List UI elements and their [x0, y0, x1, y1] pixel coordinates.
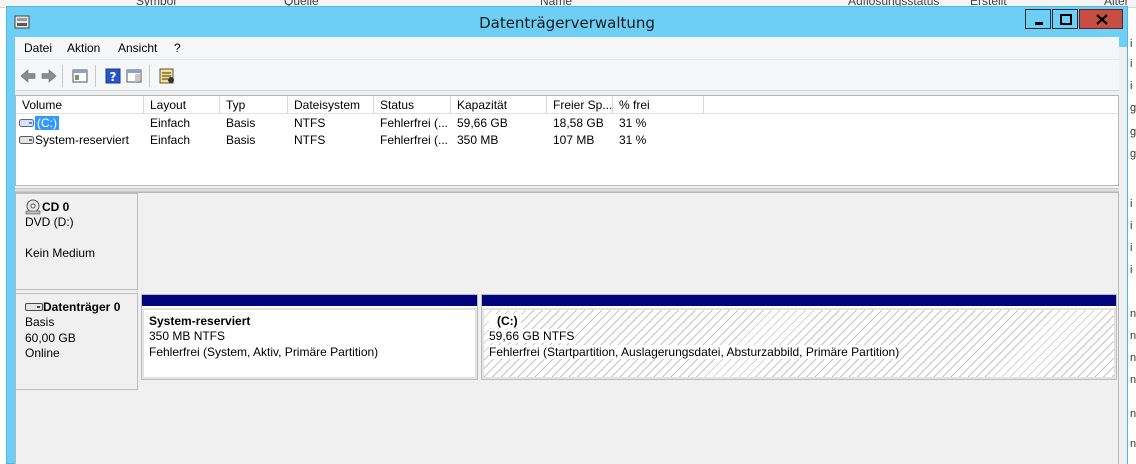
partition-body-selected: (C:) 59,66 GB NTFS Fehlerfrei (Startpart… [482, 308, 1116, 379]
forward-arrow-icon[interactable] [40, 67, 58, 85]
menu-datei[interactable]: Datei [24, 41, 52, 55]
volume-frei: 18,58 GB [553, 116, 604, 130]
volume-frei: 107 MB [553, 133, 595, 147]
column-header-volume[interactable]: Volume [16, 96, 144, 114]
volume-typ: Basis [226, 116, 256, 130]
partition-bar [142, 295, 477, 306]
toolbar: ? [15, 59, 1119, 91]
partition-system-reserviert[interactable]: System-reserviert 350 MB NTFS Fehlerfrei… [141, 294, 478, 380]
drive-icon [19, 119, 34, 127]
volume-dateisystem: NTFS [294, 116, 326, 130]
disk-area-cd0 [140, 193, 1118, 290]
disk-label-cd0[interactable]: CD 0 DVD (D:) Kein Medium [16, 193, 138, 290]
partition-status: Fehlerfrei (System, Aktiv, Primäre Parti… [149, 345, 379, 359]
column-header-dateisystem[interactable]: Dateisystem [288, 96, 374, 114]
minimize-button[interactable] [1025, 9, 1051, 29]
window-title: Datenträgerverwaltung [479, 14, 655, 32]
disk-line: Online [25, 346, 60, 360]
partition-name: System-reserviert [149, 314, 251, 328]
close-button[interactable] [1079, 9, 1123, 29]
drive-icon [19, 136, 34, 144]
hard-disk-icon [25, 303, 43, 311]
volume-name: (C:) [35, 116, 59, 130]
disk-name: CD 0 [42, 200, 70, 214]
disk-line: 60,00 GB [25, 331, 76, 345]
disk-label-disk0[interactable]: Datenträger 0 Basis 60,00 GB Online [16, 293, 138, 390]
volume-status: Fehlerfrei (... [380, 116, 449, 130]
disk-layout-panel: CD 0 DVD (D:) Kein Medium Datenträger 0 … [15, 192, 1119, 464]
volume-list-header: Volume Layout Typ Dateisystem Status Kap… [16, 96, 1118, 114]
client-area: Datei Aktion Ansicht ? ? Volume Layout T… [15, 37, 1127, 464]
action-pane-icon[interactable] [125, 67, 143, 85]
back-arrow-icon[interactable] [19, 67, 37, 85]
maximize-icon [1060, 14, 1072, 25]
volume-list[interactable]: Volume Layout Typ Dateisystem Status Kap… [15, 95, 1119, 186]
partition-status: Fehlerfrei (Startpartition, Auslagerungs… [489, 345, 900, 359]
menu-help[interactable]: ? [174, 41, 181, 55]
disk-line: DVD (D:) [25, 215, 74, 229]
menu-aktion[interactable]: Aktion [67, 41, 100, 55]
volume-name: System-reserviert [35, 133, 130, 147]
background-window-edge: i i i g g g i i i i n n n n n n [1128, 8, 1136, 464]
disk-line: Basis [25, 315, 55, 329]
column-header-freier-speicher[interactable]: Freier Sp... [547, 96, 613, 114]
volume-prozent-frei: 31 % [619, 133, 647, 147]
volume-status: Fehlerfrei (... [380, 133, 449, 147]
column-header-typ[interactable]: Typ [220, 96, 288, 114]
console-tree-icon[interactable] [71, 67, 89, 85]
title-bar[interactable]: Datenträgerverwaltung [7, 7, 1127, 37]
toolbar-separator [149, 65, 150, 87]
column-header-layout[interactable]: Layout [144, 96, 220, 114]
partition-body: System-reserviert 350 MB NTFS Fehlerfrei… [142, 308, 477, 379]
right-border-strip [1119, 47, 1127, 464]
volume-prozent-frei: 31 % [619, 116, 647, 130]
volume-kapazitaet: 59,66 GB [457, 116, 508, 130]
disk-name: Datenträger 0 [43, 300, 121, 314]
column-header-kapazitaet[interactable]: Kapazität [451, 96, 547, 114]
toolbar-separator [62, 65, 63, 87]
volume-dateisystem: NTFS [294, 133, 326, 147]
minimize-icon [1035, 22, 1043, 25]
column-header-status[interactable]: Status [374, 96, 451, 114]
properties-icon[interactable] [158, 67, 176, 85]
volume-layout: Einfach [150, 133, 191, 147]
partition-size: 59,66 GB NTFS [489, 329, 575, 343]
svg-text:?: ? [110, 70, 117, 84]
disk-area-disk0: System-reserviert 350 MB NTFS Fehlerfrei… [140, 293, 1118, 390]
maximize-button[interactable] [1052, 9, 1078, 29]
volume-layout: Einfach [150, 116, 191, 130]
disk-management-window: Datenträgerverwaltung Datei Aktion Ansic… [6, 6, 1128, 464]
close-icon [1096, 14, 1108, 25]
menu-ansicht[interactable]: Ansicht [118, 41, 157, 55]
cd-drive-icon [25, 199, 41, 215]
toolbar-separator [95, 65, 96, 87]
help-icon[interactable]: ? [104, 67, 122, 85]
menu-bar: Datei Aktion Ansicht ? [15, 37, 1119, 59]
column-header-prozent-frei[interactable]: % frei [613, 96, 704, 114]
partition-bar [482, 295, 1116, 306]
volume-row[interactable]: System-reserviert Einfach Basis NTFS Feh… [16, 132, 1118, 149]
partition-c[interactable]: (C:) 59,66 GB NTFS Fehlerfrei (Startpart… [481, 294, 1117, 380]
volume-row[interactable]: (C:) Einfach Basis NTFS Fehlerfrei (... … [16, 115, 1118, 132]
disk-line: Kein Medium [25, 246, 96, 260]
partition-size: 350 MB NTFS [149, 329, 226, 343]
volume-kapazitaet: 350 MB [457, 133, 499, 147]
partition-name: (C:) [489, 314, 521, 328]
volume-typ: Basis [226, 133, 256, 147]
